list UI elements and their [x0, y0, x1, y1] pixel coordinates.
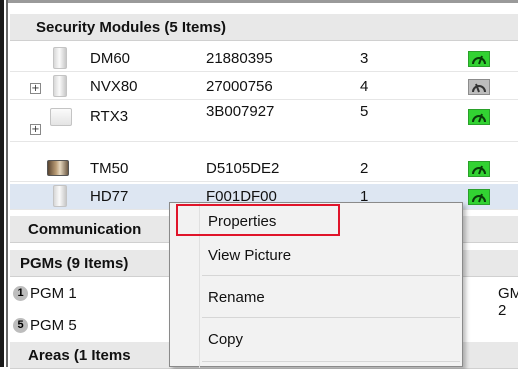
menu-separator	[202, 361, 460, 362]
pgm-number-badge: 5	[13, 318, 28, 333]
menu-item-view-picture[interactable]: View Picture	[208, 247, 291, 264]
module-number: 2	[360, 160, 369, 177]
touch-module-icon	[47, 160, 69, 176]
module-name: TM50	[90, 160, 129, 177]
module-serial: 21880395	[206, 50, 273, 67]
table-row[interactable]: + NVX80 27000756 4	[10, 74, 518, 100]
module-number: 5	[360, 103, 369, 120]
module-name: HD77	[90, 188, 129, 205]
group-title: PGMs (9 Items)	[20, 255, 129, 272]
menu-item-rename[interactable]: Rename	[208, 289, 265, 306]
module-serial: D5105DE2	[206, 160, 280, 177]
module-name: DM60	[90, 50, 131, 67]
module-name: RTX3	[90, 108, 129, 125]
status-online-icon	[468, 161, 490, 177]
table-row[interactable]: + RTX3 3B007927 5	[10, 102, 518, 142]
group-security-modules[interactable]: Security Modules (5 Items)	[10, 14, 518, 41]
module-name: NVX80	[90, 78, 138, 95]
module-serial: 27000756	[206, 78, 273, 95]
pgm-number-badge: 1	[13, 286, 28, 301]
module-device-icon	[53, 75, 67, 97]
status-online-icon	[468, 189, 490, 205]
top-border	[8, 0, 518, 3]
wireless-module-icon	[50, 108, 72, 126]
group-title: Security Modules (5 Items)	[36, 19, 227, 36]
highlight-box	[176, 204, 340, 236]
menu-separator	[202, 275, 460, 276]
status-online-icon	[468, 109, 490, 125]
module-serial: 3B007927	[206, 103, 275, 120]
motion-detector-icon	[53, 47, 67, 69]
table-row[interactable]: DM60 21880395 3	[10, 46, 518, 72]
left-border-inner	[6, 0, 8, 367]
table-row[interactable]: TM50 D5105DE2 2	[10, 156, 518, 182]
menu-separator	[202, 317, 460, 318]
motion-detector-icon	[53, 185, 67, 207]
menu-item-copy[interactable]: Copy	[208, 331, 243, 348]
module-number: 3	[360, 50, 369, 67]
pgm-label: PGM 1	[30, 285, 77, 302]
pgm-label: PGM 5	[30, 317, 77, 334]
group-title: Communication	[28, 221, 142, 238]
expand-icon[interactable]: +	[30, 83, 41, 94]
status-online-icon	[468, 51, 490, 67]
left-border	[0, 0, 4, 367]
expand-icon[interactable]: +	[30, 124, 41, 135]
status-offline-icon	[468, 79, 490, 95]
module-number: 4	[360, 78, 369, 95]
group-title: Areas (1 Items	[28, 347, 131, 364]
